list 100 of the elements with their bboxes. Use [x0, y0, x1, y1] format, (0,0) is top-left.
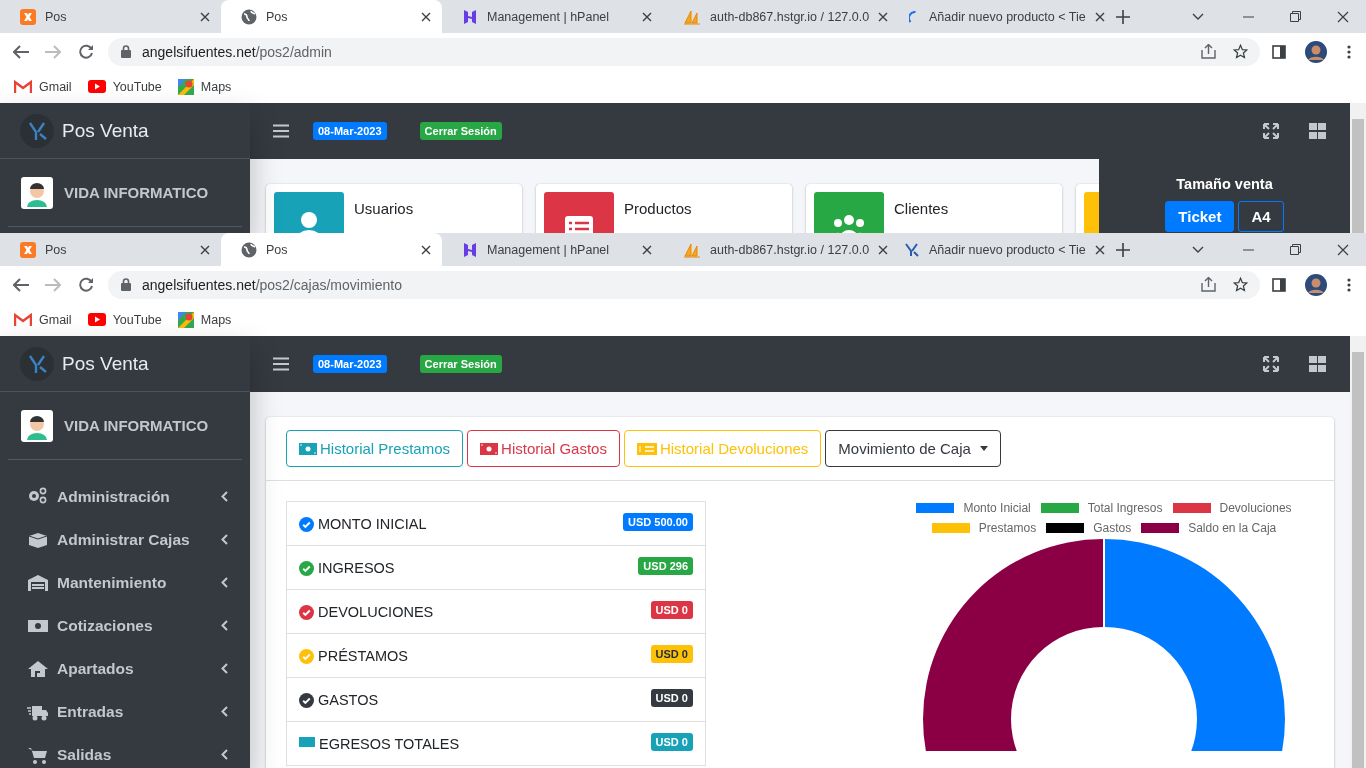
- reload-icon[interactable]: [78, 43, 94, 60]
- profile-avatar[interactable]: [1305, 273, 1327, 296]
- browser-tab[interactable]: Management | hPanel: [442, 233, 663, 266]
- history-button[interactable]: Historial Gastos: [467, 430, 620, 467]
- profile-avatar[interactable]: [1305, 40, 1327, 63]
- chevron-left-icon: [221, 663, 228, 674]
- bookmark[interactable]: Gmail: [14, 79, 72, 94]
- scrollbar[interactable]: [1350, 103, 1366, 233]
- close-icon[interactable]: [200, 11, 210, 22]
- close-icon[interactable]: [1337, 10, 1349, 23]
- mail-icon: [14, 312, 32, 327]
- close-icon[interactable]: [878, 244, 889, 255]
- more-icon[interactable]: [1347, 277, 1351, 292]
- address-bar[interactable]: angelsifuentes.net/pos2/cajas/movimiento: [108, 270, 1260, 299]
- summary-label: INGRESOS: [318, 560, 395, 576]
- grid-icon[interactable]: [1309, 356, 1326, 372]
- new-tab-icon[interactable]: [1116, 9, 1130, 24]
- fullscreen-icon[interactable]: [1263, 356, 1279, 372]
- chevron-down-icon[interactable]: [1192, 13, 1204, 20]
- close-icon[interactable]: [1094, 11, 1105, 22]
- grid-icon[interactable]: [1309, 123, 1326, 139]
- close-icon[interactable]: [1337, 243, 1349, 256]
- side-panel-icon[interactable]: [1272, 44, 1286, 59]
- chevron-left-icon: [221, 491, 228, 502]
- star-icon[interactable]: [1233, 277, 1248, 292]
- browser-tab[interactable]: Pos: [0, 0, 221, 33]
- xampp-icon: [20, 241, 36, 258]
- close-icon[interactable]: [878, 11, 889, 22]
- check-circle-icon: [299, 649, 314, 664]
- side-panel-icon[interactable]: [1272, 277, 1286, 292]
- chevron-left-icon: [221, 749, 228, 760]
- user-name: VIDA INFORMATICO: [64, 417, 209, 434]
- browser-tab[interactable]: Management | hPanel: [442, 0, 663, 33]
- amount-badge: USD 0: [650, 689, 693, 707]
- new-tab-icon[interactable]: [1116, 242, 1130, 257]
- sidebar-item[interactable]: Mantenimiento: [0, 561, 250, 604]
- sidebar-item[interactable]: Cotizaciones: [0, 604, 250, 647]
- bookmark[interactable]: YouTube: [87, 79, 162, 94]
- banknote-icon: [299, 442, 317, 455]
- size-option[interactable]: Ticket: [1165, 201, 1235, 232]
- sidebar-item[interactable]: Administrar Cajas: [0, 518, 250, 561]
- close-icon[interactable]: [200, 244, 210, 255]
- bookmark[interactable]: YouTube: [87, 312, 162, 327]
- close-icon[interactable]: [642, 244, 652, 255]
- bookmark[interactable]: Maps: [177, 78, 232, 95]
- brand-name: Pos Venta: [62, 352, 149, 375]
- sidebar-item[interactable]: Entradas: [0, 690, 250, 733]
- restore-icon[interactable]: [1290, 244, 1301, 255]
- share-icon[interactable]: [1201, 277, 1216, 292]
- chevron-left-icon: [221, 706, 228, 717]
- amount-badge: USD 296: [638, 557, 693, 575]
- check-circle-icon: [299, 605, 314, 620]
- house-icon: [27, 658, 49, 679]
- size-option[interactable]: A4: [1238, 201, 1284, 232]
- restore-icon[interactable]: [1290, 11, 1301, 22]
- banknote-icon: [480, 442, 499, 455]
- bookmark[interactable]: Gmail: [14, 312, 72, 327]
- square-icon: [299, 737, 315, 747]
- globe-icon: [241, 241, 257, 258]
- user-avatar: [21, 409, 53, 442]
- sidebar-item[interactable]: Administración: [0, 475, 250, 518]
- browser-tab[interactable]: auth-db867.hstgr.io / 127.0.0: [663, 233, 884, 266]
- chevron-down-icon[interactable]: [1192, 246, 1204, 253]
- browser-tab[interactable]: Pos: [221, 0, 442, 33]
- card-label: Usuarios: [354, 200, 414, 217]
- close-icon[interactable]: [421, 11, 431, 22]
- fullscreen-icon[interactable]: [1263, 123, 1279, 139]
- reload-icon[interactable]: [78, 276, 94, 293]
- sidebar-item[interactable]: Apartados: [0, 647, 250, 690]
- dropdown-button[interactable]: Movimiento de Caja: [825, 430, 1001, 467]
- address-bar[interactable]: angelsifuentes.net/pos2/admin: [108, 37, 1260, 66]
- spinner-icon: [909, 10, 916, 23]
- date-badge: 08-Mar-2023: [313, 355, 387, 373]
- browser-tab[interactable]: Pos: [0, 233, 221, 266]
- sidebar-item[interactable]: Salidas: [0, 733, 250, 768]
- play-icon: [87, 313, 106, 326]
- more-icon[interactable]: [1347, 44, 1351, 59]
- summary-label: GASTOS: [318, 692, 379, 708]
- menu-icon[interactable]: [273, 357, 289, 371]
- close-icon[interactable]: [1094, 244, 1105, 255]
- menu-icon[interactable]: [273, 124, 289, 138]
- back-icon[interactable]: [13, 44, 29, 59]
- browser-tab[interactable]: auth-db867.hstgr.io / 127.0.0: [663, 0, 884, 33]
- close-icon[interactable]: [642, 11, 652, 22]
- browser-tab[interactable]: Añadir nuevo producto < Tie: [884, 0, 1105, 33]
- browser-tab[interactable]: Añadir nuevo producto < Tie: [884, 233, 1105, 266]
- logo-icon: [20, 113, 54, 148]
- amount-badge: USD 0: [650, 601, 693, 619]
- amount-badge: USD 500.00: [623, 513, 693, 531]
- receipt-icon: [636, 442, 657, 455]
- close-icon[interactable]: [421, 244, 431, 255]
- xampp-icon: [20, 8, 36, 25]
- sail-icon: [683, 8, 701, 25]
- check-circle-icon: [299, 693, 314, 708]
- star-icon[interactable]: [1233, 44, 1248, 59]
- share-icon[interactable]: [1201, 44, 1216, 59]
- browser-tab[interactable]: Pos: [221, 233, 442, 266]
- scrollbar[interactable]: [1350, 336, 1366, 768]
- bookmark[interactable]: Maps: [177, 311, 232, 328]
- back-icon[interactable]: [13, 277, 29, 292]
